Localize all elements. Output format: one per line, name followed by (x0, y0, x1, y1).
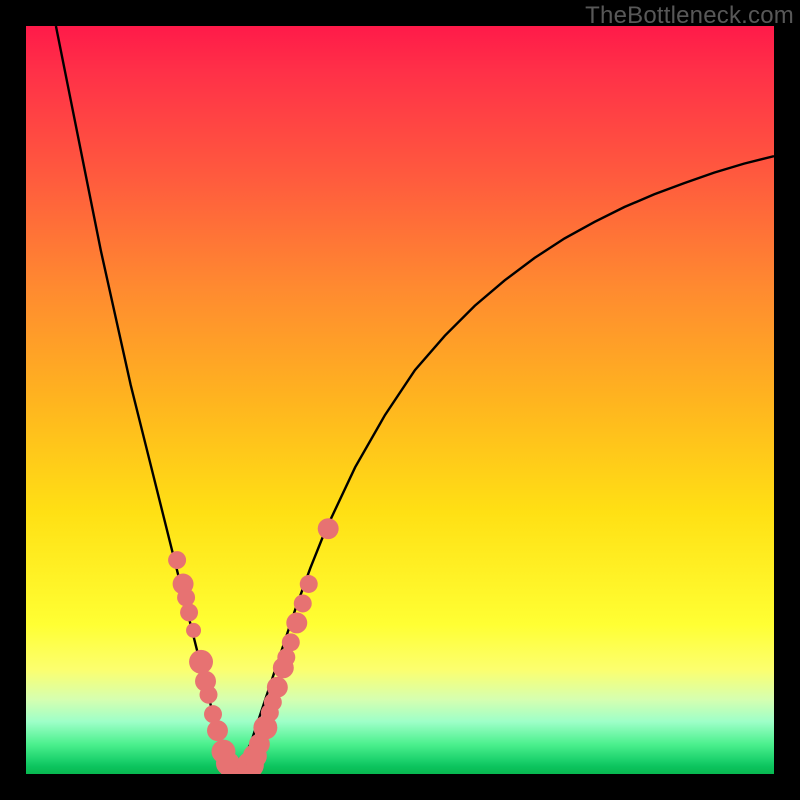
data-marker (207, 720, 228, 741)
chart-frame: TheBottleneck.com (0, 0, 800, 800)
data-marker (200, 686, 218, 704)
data-marker (189, 650, 213, 674)
chart-svg (26, 26, 774, 774)
data-marker (318, 518, 339, 539)
data-marker (300, 575, 318, 593)
data-marker (186, 623, 201, 638)
data-marker (177, 588, 195, 606)
data-marker (267, 677, 288, 698)
data-marker (168, 551, 186, 569)
curve-right-branch (235, 156, 774, 774)
data-marker (286, 612, 307, 633)
data-marker (180, 603, 198, 621)
plot-area (26, 26, 774, 774)
data-markers (168, 518, 339, 774)
watermark-text: TheBottleneck.com (585, 2, 794, 30)
data-marker (282, 633, 300, 651)
data-marker (294, 594, 312, 612)
